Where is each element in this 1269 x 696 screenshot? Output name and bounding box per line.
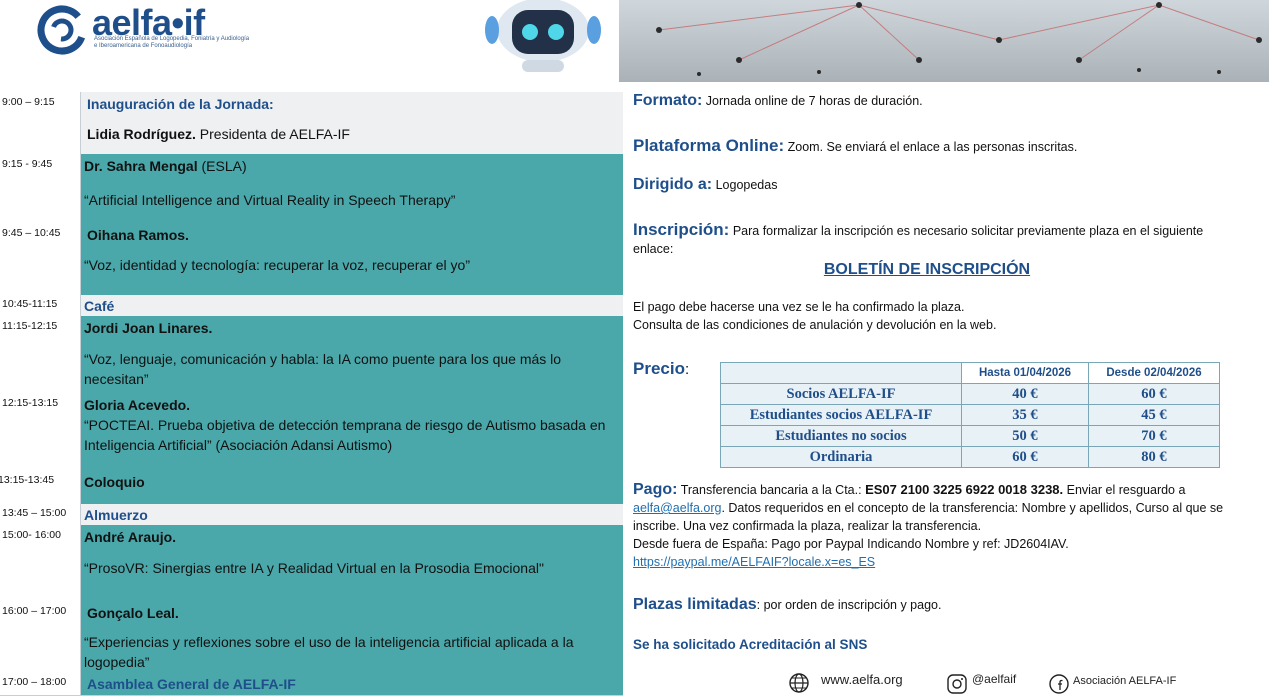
dirigido-line: Dirigido a: Logopedas xyxy=(633,176,778,193)
session-cell: Dr. Sahra Mengal (ESLA) “Artificial Inte… xyxy=(81,154,623,224)
boletin-inscripcion-link[interactable]: BOLETÍN DE INSCRIPCIÓN xyxy=(824,261,1030,278)
aelfa-logo-mark-icon xyxy=(37,5,87,55)
schedule-row: 10:45-11:15 Café xyxy=(0,295,623,317)
pago-note-1: El pago debe hacerse una vez se le ha co… xyxy=(633,300,965,314)
session-cell: Café xyxy=(81,295,623,317)
network-people-image xyxy=(656,2,1262,76)
schedule-row: 13:15-13:45 Coloquio xyxy=(0,470,623,505)
schedule-row: 11:15-12:15 Jordi Joan Linares. “Voz, le… xyxy=(0,316,623,394)
session-cell: Inauguración de la Jornada: Lidia Rodríg… xyxy=(81,92,623,155)
time-cell: 11:15-12:15 xyxy=(0,316,81,394)
time-cell: 9:00 – 9:15 xyxy=(0,92,81,155)
instagram-handle[interactable]: @aelfaif xyxy=(972,672,1016,686)
session-cell: Coloquio xyxy=(81,470,623,505)
talk-title: “ProsoVR: Sinergias entre IA y Realidad … xyxy=(84,560,544,576)
instagram-icon xyxy=(947,674,967,694)
session-title: Almuerzo xyxy=(84,507,148,523)
session-cell: André Araujo. “ProsoVR: Sinergias entre … xyxy=(81,525,623,598)
plataforma-line: Plataforma Online: Zoom. Se enviará el e… xyxy=(633,136,1078,155)
acreditacion-note: Se ha solicitado Acreditación al SNS xyxy=(633,637,868,652)
session-title: Inauguración de la Jornada: xyxy=(87,96,274,112)
plazas-line: Plazas limitadas: por orden de inscripci… xyxy=(633,596,942,613)
time-cell: 9:45 – 10:45 xyxy=(0,223,81,296)
globe-icon xyxy=(789,673,809,693)
formato-line: Formato: Jornada online de 7 horas de du… xyxy=(633,92,923,109)
schedule-row: 13:45 – 15:00 Almuerzo xyxy=(0,504,623,526)
header-photo xyxy=(619,0,1269,82)
talk-title: “Artificial Intelligence and Virtual Rea… xyxy=(84,192,456,208)
speaker-name: Jordi Joan Linares. xyxy=(84,320,213,336)
speaker-name: Gloria Acevedo. xyxy=(84,397,191,413)
talk-title: “Experiencias y reflexiones sobre el uso… xyxy=(84,634,574,670)
website-link[interactable]: www.aelfa.org xyxy=(821,672,903,687)
price-col-late: Desde 02/04/2026 xyxy=(1087,362,1221,384)
schedule-row: 17:00 – 18:00 Asamblea General de AELFA-… xyxy=(0,673,623,696)
talk-title: “POCTEAI. Prueba objetiva de detección t… xyxy=(84,417,606,453)
speaker-line: Dr. Sahra Mengal (ESLA) xyxy=(84,158,247,174)
facebook-page[interactable]: Asociación AELFA-IF xyxy=(1073,675,1176,687)
price-table: Hasta 01/04/2026 Desde 02/04/2026 Socios… xyxy=(720,362,1221,468)
session-cell: Gonçalo Leal. “Experiencias y reflexione… xyxy=(81,597,623,674)
price-row: Socios AELFA-IF 40 € 60 € xyxy=(720,383,1221,405)
session-title: Asamblea General de AELFA-IF xyxy=(87,676,296,692)
speaker-name: André Araujo. xyxy=(84,529,177,545)
schedule-row: 9:00 – 9:15 Inauguración de la Jornada: … xyxy=(0,92,623,155)
time-cell: 16:00 – 17:00 xyxy=(0,597,81,674)
paypal-link[interactable]: https://paypal.me/AELFAIF?locale.x=es_ES xyxy=(633,555,875,569)
speaker-line: Lidia Rodríguez. Presidenta de AELFA-IF xyxy=(87,126,350,142)
boletin-inscripcion-link-wrap: BOLETÍN DE INSCRIPCIÓN xyxy=(633,261,1221,279)
logo-subtitle: Asociación Española de Logopedia, Foniat… xyxy=(94,36,250,49)
schedule-row: 9:45 – 10:45 Oihana Ramos. “Voz, identid… xyxy=(0,223,623,296)
time-cell: 15:00- 16:00 xyxy=(0,525,81,598)
talk-title: “Voz, lenguaje, comunicación y habla: la… xyxy=(84,351,562,387)
price-row: Estudiantes socios AELFA-IF 35 € 45 € xyxy=(720,404,1221,426)
time-cell: 13:15-13:45 xyxy=(0,470,81,505)
schedule-row: 16:00 – 17:00 Gonçalo Leal. “Experiencia… xyxy=(0,597,623,674)
time-cell: 10:45-11:15 xyxy=(0,295,81,317)
session-title: Coloquio xyxy=(84,474,145,490)
price-row: Ordinaria 60 € 80 € xyxy=(720,446,1221,468)
price-col-early: Hasta 01/04/2026 xyxy=(961,362,1089,384)
session-cell: Almuerzo xyxy=(81,504,623,526)
inscripcion-block: Inscripción: Para formalizar la inscripc… xyxy=(633,220,1204,257)
robot-illustration xyxy=(485,0,601,72)
time-cell: 12:15-13:15 xyxy=(0,393,81,471)
email-link[interactable]: aelfa@aelfa.org xyxy=(633,501,721,515)
session-cell: Asamblea General de AELFA-IF xyxy=(81,673,623,696)
precio-label: Precio: xyxy=(633,359,690,378)
talk-title: “Voz, identidad y tecnología: recuperar … xyxy=(84,257,470,273)
time-cell: 9:15 - 9:45 xyxy=(0,154,81,224)
pago-note-2: Consulta de las condiciones de anulación… xyxy=(633,318,997,332)
session-cell: Oihana Ramos. “Voz, identidad y tecnolog… xyxy=(81,223,623,296)
paypal-note: Desde fuera de España: Pago por Paypal I… xyxy=(633,537,1069,551)
schedule-row: 9:15 - 9:45 Dr. Sahra Mengal (ESLA) “Art… xyxy=(0,154,623,224)
session-cell: Jordi Joan Linares. “Voz, lenguaje, comu… xyxy=(81,316,623,394)
speaker-name: Gonçalo Leal. xyxy=(87,605,179,621)
price-row: Estudiantes no socios 50 € 70 € xyxy=(720,425,1221,447)
pago-block: Pago: Transferencia bancaria a la Cta.: … xyxy=(633,481,1224,533)
time-cell: 13:45 – 15:00 xyxy=(0,504,81,526)
time-cell: 17:00 – 18:00 xyxy=(0,673,81,696)
price-header-row: Hasta 01/04/2026 Desde 02/04/2026 xyxy=(720,362,1221,384)
schedule-row: 15:00- 16:00 André Araujo. “ProsoVR: Sin… xyxy=(0,525,623,598)
session-title: Café xyxy=(84,298,115,314)
session-cell: Gloria Acevedo. “POCTEAI. Prueba objetiv… xyxy=(81,393,623,471)
schedule-row: 12:15-13:15 Gloria Acevedo. “POCTEAI. Pr… xyxy=(0,393,623,471)
facebook-icon xyxy=(1049,674,1069,694)
aelfa-logo: aelfa•if Asociación Española de Logopedi… xyxy=(36,2,249,62)
speaker-name: Oihana Ramos. xyxy=(87,227,189,243)
